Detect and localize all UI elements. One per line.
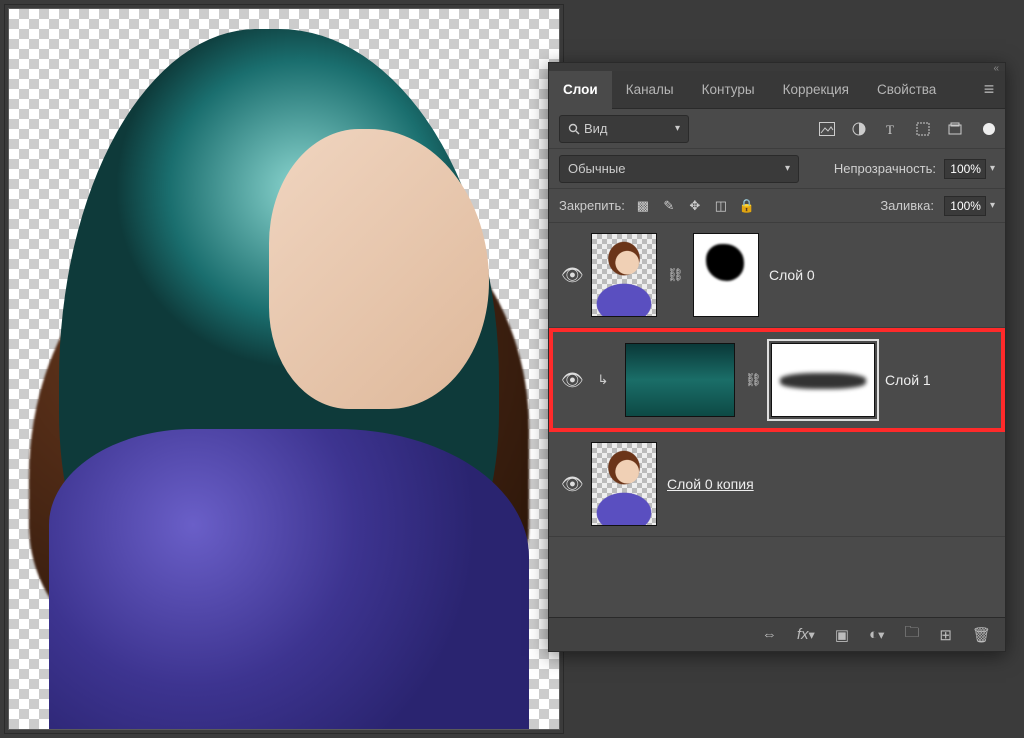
lock-brush-icon[interactable]: ✎ xyxy=(661,198,677,214)
visibility-eye-icon[interactable]: 👁 xyxy=(561,265,581,286)
opacity-label: Непрозрачность: xyxy=(834,161,936,176)
filter-toggle-dot[interactable] xyxy=(983,123,995,135)
new-adjustment-icon[interactable]: ◐▾ xyxy=(869,626,884,643)
lock-transparency-icon[interactable]: ▩ xyxy=(635,198,651,214)
visibility-eye-icon[interactable]: 👁 xyxy=(561,474,581,495)
blend-mode-select[interactable]: Обычные ▾ xyxy=(559,155,799,183)
opacity-input[interactable] xyxy=(944,159,986,179)
smartobject-filter-icon[interactable] xyxy=(947,121,963,137)
layer-row[interactable]: 👁 ↳ ⛓ Слой 1 xyxy=(549,328,1005,432)
lock-fill-bar: Закрепить: ▩ ✎ ✥ ◫ 🔒 Заливка: ▾ xyxy=(549,189,1005,223)
layer-filter-bar: ▾ T xyxy=(549,109,1005,149)
layer-fx-icon[interactable]: fx▾ xyxy=(797,626,815,643)
fill-field[interactable]: ▾ xyxy=(944,196,995,216)
chevron-down-icon: ▾ xyxy=(785,163,790,174)
layers-list: 👁 ⛓ Слой 0 👁 ↳ ⛓ Слой 1 👁 Слой 0 копия xyxy=(549,223,1005,617)
layer-kind-input[interactable] xyxy=(584,121,654,136)
layer-thumbnail[interactable] xyxy=(591,233,657,317)
layer-thumbnail[interactable] xyxy=(591,442,657,526)
layers-panel: « СлоиКаналыКонтурыКоррекцияСвойства≡ ▾ … xyxy=(548,62,1006,652)
tab-контуры[interactable]: Контуры xyxy=(688,71,769,109)
blend-opacity-bar: Обычные ▾ Непрозрачность: ▾ xyxy=(549,149,1005,189)
fill-label: Заливка: xyxy=(880,198,934,213)
opacity-field[interactable]: ▾ xyxy=(944,159,995,179)
layer-name-label[interactable]: Слой 0 xyxy=(769,267,993,283)
layer-name-label[interactable]: Слой 0 копия xyxy=(667,476,993,492)
lock-move-icon[interactable]: ✥ xyxy=(687,198,703,214)
chevron-down-icon: ▾ xyxy=(990,163,995,174)
type-filter-icon[interactable]: T xyxy=(883,121,899,137)
delete-layer-icon[interactable]: 🗑 xyxy=(972,626,991,644)
search-icon xyxy=(568,123,580,135)
blend-mode-value: Обычные xyxy=(568,161,625,176)
panel-menu-icon[interactable]: ≡ xyxy=(973,79,1005,100)
panel-tabs: СлоиКаналыКонтурыКоррекцияСвойства ≡ xyxy=(549,71,1005,109)
lock-all-icon[interactable]: 🔒 xyxy=(739,198,755,214)
fill-input[interactable] xyxy=(944,196,986,216)
layer-thumbnail[interactable] xyxy=(625,343,735,417)
svg-text:T: T xyxy=(886,122,894,136)
mask-link-icon[interactable]: ⛓ xyxy=(745,372,761,388)
shape-filter-icon[interactable] xyxy=(915,121,931,137)
clip-indicator-icon: ↳ xyxy=(591,372,615,388)
tab-каналы[interactable]: Каналы xyxy=(612,71,688,109)
chevron-down-icon: ▾ xyxy=(990,200,995,211)
panel-footer: ⇔ fx▾ ▣ ◐▾ 🗀 ⊞ 🗑 xyxy=(549,617,1005,651)
lock-artboard-icon[interactable]: ◫ xyxy=(713,198,729,214)
visibility-eye-icon[interactable]: 👁 xyxy=(561,370,581,391)
add-mask-icon[interactable]: ▣ xyxy=(835,626,849,644)
artwork-dress xyxy=(49,429,529,729)
layer-row[interactable]: 👁 ⛓ Слой 0 xyxy=(549,223,1005,328)
adjustment-filter-icon[interactable] xyxy=(851,121,867,137)
layer-mask-thumbnail[interactable] xyxy=(771,343,875,417)
lock-label: Закрепить: xyxy=(559,198,625,213)
layer-mask-thumbnail[interactable] xyxy=(693,233,759,317)
layer-name-label[interactable]: Слой 1 xyxy=(885,372,993,388)
document-canvas[interactable] xyxy=(4,4,564,734)
tab-свойства[interactable]: Свойства xyxy=(863,71,950,109)
new-layer-icon[interactable]: ⊞ xyxy=(939,626,952,644)
mask-link-icon[interactable]: ⛓ xyxy=(667,267,683,283)
layer-kind-filter[interactable]: ▾ xyxy=(559,115,689,143)
tab-слои[interactable]: Слои xyxy=(549,71,612,109)
chevron-down-icon: ▾ xyxy=(675,123,680,134)
transparency-checker xyxy=(9,9,559,729)
new-group-icon[interactable]: 🗀 xyxy=(904,622,919,647)
link-layers-icon[interactable]: ⇔ xyxy=(762,626,777,643)
image-filter-icon[interactable] xyxy=(819,121,835,137)
tab-коррекция[interactable]: Коррекция xyxy=(769,71,863,109)
layer-row[interactable]: 👁 Слой 0 копия xyxy=(549,432,1005,537)
